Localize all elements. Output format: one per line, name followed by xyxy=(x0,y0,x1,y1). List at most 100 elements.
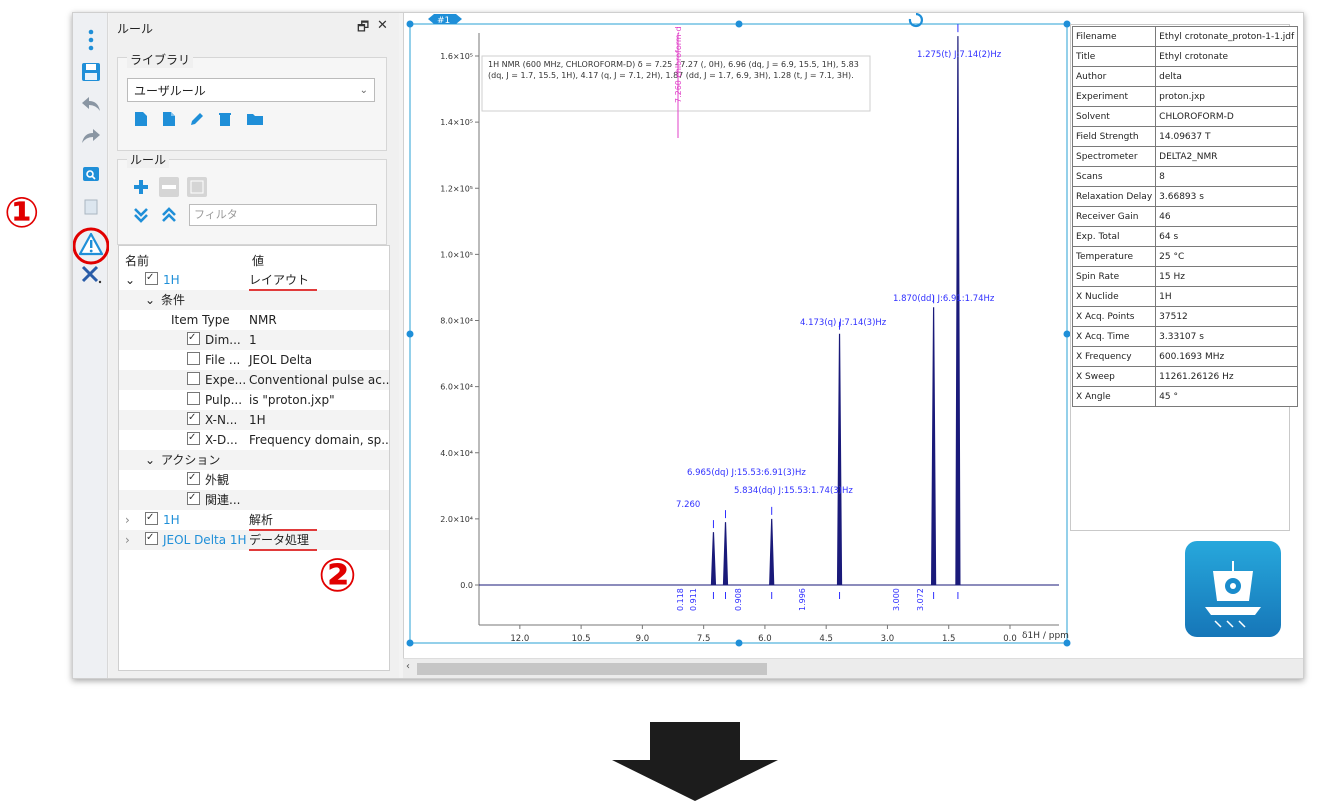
warning-rules-icon[interactable] xyxy=(73,226,111,266)
properties-table: Filename Ethyl crotonate_proton-1-1.jdf Ti… xyxy=(1071,26,1299,407)
x-tick-label: 1.5 xyxy=(942,634,956,644)
open-folder-icon[interactable] xyxy=(245,109,265,129)
property-value: 25 °C xyxy=(1155,246,1299,267)
tree-row[interactable]: › JEOL Delta 1H データ処理 xyxy=(119,528,389,550)
property-key: Experiment xyxy=(1071,86,1157,107)
integral-value: 1.996 xyxy=(798,588,807,611)
checkbox[interactable] xyxy=(187,372,200,385)
rules-tree: 名前 値 ⌄ 1H レイアウト ⌄ 条件 Item Type NMR Dim..… xyxy=(118,245,390,671)
checkbox[interactable] xyxy=(187,428,200,448)
move-up-icon[interactable] xyxy=(159,205,179,225)
checkbox[interactable] xyxy=(145,508,158,528)
property-row: X Frequency 600.1693 MHz xyxy=(1071,346,1299,367)
actions-label: アクション xyxy=(161,453,221,467)
document-icon[interactable] xyxy=(80,196,102,218)
filter-input[interactable]: フィルタ xyxy=(189,204,377,226)
condition-name: File ... xyxy=(205,353,241,367)
tree-row[interactable]: Item Type NMR xyxy=(119,310,389,330)
property-value: 37512 xyxy=(1155,306,1299,327)
spectrum-tab-label: #1 xyxy=(437,16,450,26)
y-tick-label: 2.0×10⁴ xyxy=(440,515,473,524)
delete-rule-icon[interactable] xyxy=(215,109,235,129)
integral-value: 0.908 xyxy=(734,588,743,611)
property-row: Scans 8 xyxy=(1071,166,1299,187)
add-rule-icon[interactable] xyxy=(131,177,151,197)
close-panel-icon[interactable]: ✕ xyxy=(377,18,388,33)
redo-icon[interactable] xyxy=(80,125,102,147)
chevron-right-icon[interactable]: › xyxy=(125,510,130,530)
checkbox[interactable] xyxy=(187,408,200,428)
tree-row[interactable]: Expe... Conventional pulse ac... xyxy=(119,370,389,390)
save-icon[interactable] xyxy=(80,61,102,83)
rule-value: 解析 xyxy=(249,513,274,527)
property-key: Relaxation Delay xyxy=(1071,186,1157,207)
float-panel-icon[interactable]: 🗗 xyxy=(357,18,369,40)
tree-row[interactable]: ⌄ アクション xyxy=(119,450,389,470)
resize-handle xyxy=(406,330,414,338)
chevron-down-icon[interactable]: ⌄ xyxy=(125,270,135,290)
tree-row[interactable]: ⌄ 条件 xyxy=(119,290,389,310)
library-select[interactable]: ユーザルール ⌄ xyxy=(127,78,375,102)
checkbox[interactable] xyxy=(187,328,200,348)
tree-row[interactable]: X-N... 1H xyxy=(119,408,389,430)
conditions-label: 条件 xyxy=(161,293,186,307)
library-selected-value: ユーザルール xyxy=(134,84,206,98)
property-value: 15 Hz xyxy=(1155,266,1299,287)
horizontal-scrollbar[interactable]: ‹ xyxy=(403,658,1303,678)
checkbox[interactable] xyxy=(145,528,158,548)
remove-rule-icon[interactable] xyxy=(159,177,179,197)
tree-row[interactable]: Dim... 1 xyxy=(119,328,389,350)
property-row: X Acq. Points 37512 xyxy=(1071,306,1299,327)
property-value: 8 xyxy=(1155,166,1299,187)
property-row: Receiver Gain 46 xyxy=(1071,206,1299,227)
property-row: Temperature 25 °C xyxy=(1071,246,1299,267)
scroll-left-icon[interactable]: ‹ xyxy=(406,661,410,672)
property-key: Filename xyxy=(1071,26,1157,47)
x-tick-label: 7.5 xyxy=(697,634,711,644)
tree-row[interactable]: 外観 xyxy=(119,468,389,490)
checkbox[interactable] xyxy=(187,392,200,405)
checkbox[interactable] xyxy=(187,352,200,365)
property-row: Spectrometer DELTA2_NMR xyxy=(1071,146,1299,167)
spectrum-peak xyxy=(955,36,961,586)
x-tick-label: 9.0 xyxy=(636,634,650,644)
peak-label: 5.834(dq) J:15.53:1.74(3)Hz xyxy=(734,486,853,496)
new-rule-icon[interactable] xyxy=(131,109,151,129)
y-tick-label: 1.2×10⁵ xyxy=(440,184,473,193)
property-key: X Acq. Time xyxy=(1071,326,1157,347)
col-name-header: 名前 xyxy=(125,254,150,268)
property-value: 1H xyxy=(1155,286,1299,307)
condition-value: 1 xyxy=(249,333,257,347)
checkbox[interactable] xyxy=(145,268,158,288)
chevron-right-icon[interactable]: › xyxy=(125,530,130,550)
edit-rule-icon[interactable] xyxy=(187,109,207,129)
tree-row[interactable]: › 1H 解析 xyxy=(119,508,389,530)
more-vertical-icon[interactable] xyxy=(80,29,102,51)
tree-row[interactable]: File ... JEOL Delta xyxy=(119,350,389,370)
selection-frame xyxy=(409,23,1068,644)
x-axis-title: δ1H / ppm xyxy=(1022,631,1069,641)
condition-name: Pulp... xyxy=(205,393,243,407)
undo-icon[interactable] xyxy=(80,93,102,115)
tree-row[interactable]: ⌄ 1H レイアウト xyxy=(119,268,389,290)
checkbox[interactable] xyxy=(187,468,200,488)
resize-handle xyxy=(406,20,414,28)
move-down-icon[interactable] xyxy=(131,205,151,225)
solvent-marker-label: 7.260 chloroform-d xyxy=(674,26,683,103)
zoom-window-icon[interactable] xyxy=(80,163,102,185)
y-tick-label: 6.0×10⁴ xyxy=(440,383,473,392)
property-row: X Nuclide 1H xyxy=(1071,286,1299,307)
chevron-down-icon[interactable]: ⌄ xyxy=(145,450,155,470)
property-key: Solvent xyxy=(1071,106,1157,127)
edit-disabled-icon[interactable] xyxy=(187,177,207,197)
copy-rule-icon[interactable] xyxy=(159,109,179,129)
chevron-down-icon[interactable]: ⌄ xyxy=(145,290,155,310)
tree-row[interactable]: Pulp... is "proton.jxp" xyxy=(119,390,389,410)
checkbox[interactable] xyxy=(187,488,200,508)
tools-icon[interactable] xyxy=(80,263,102,285)
condition-value: NMR xyxy=(249,313,277,327)
scroll-thumb[interactable] xyxy=(417,663,767,675)
tree-row[interactable]: 関連... xyxy=(119,488,389,510)
tree-row[interactable]: X-D... Frequency domain, sp... xyxy=(119,428,389,450)
property-key: X Acq. Points xyxy=(1071,306,1157,327)
